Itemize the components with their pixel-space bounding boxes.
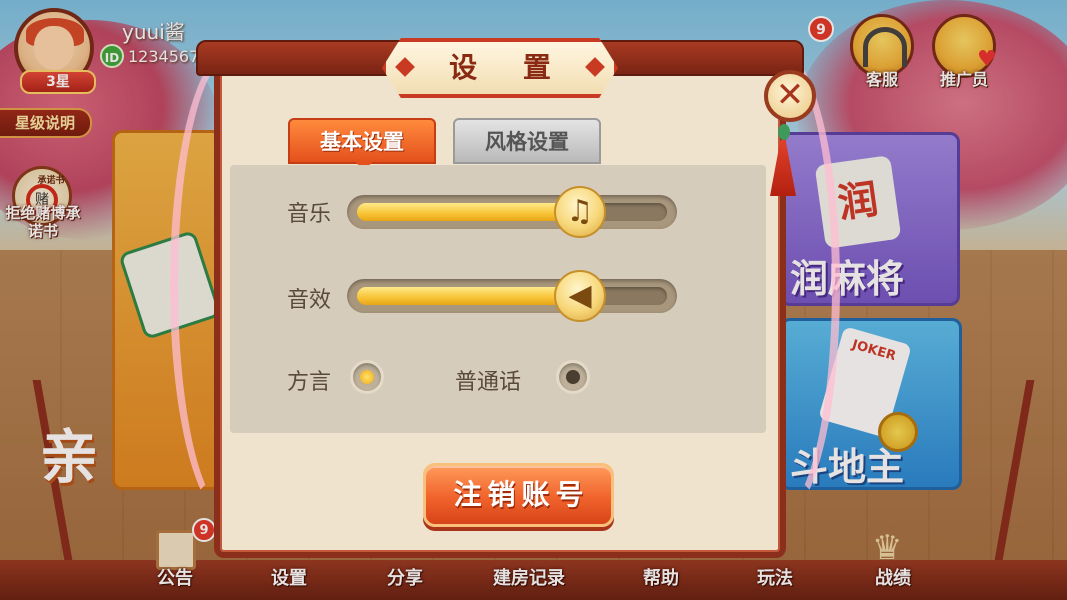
tab-basic-settings[interactable]: 基本设置 [288, 118, 436, 172]
sound-slider[interactable]: ◀ [347, 270, 677, 322]
close-button[interactable]: ✕ [764, 70, 816, 122]
dialect-radio[interactable] [350, 360, 384, 394]
dialog-title: 设 置 [382, 38, 618, 98]
radio-selected-dot [360, 370, 374, 384]
tab-style-settings[interactable]: 风格设置 [453, 118, 601, 164]
music-slider[interactable]: ♫ [347, 186, 677, 238]
radio-unselected-dot [566, 370, 580, 384]
music-slider-fill [357, 203, 580, 221]
mandarin-radio[interactable] [556, 360, 590, 394]
speaker-icon[interactable]: ◀ [554, 270, 606, 322]
sound-slider-fill [357, 287, 580, 305]
sound-label: 音效 [287, 288, 332, 313]
mandarin-label: 普通话 [455, 370, 522, 395]
logout-account-button[interactable]: 注销账号 [423, 463, 614, 527]
music-note-icon[interactable]: ♫ [554, 186, 606, 238]
tassel-knot [778, 124, 790, 140]
music-label: 音乐 [287, 202, 332, 227]
dialect-label: 方言 [287, 370, 332, 395]
